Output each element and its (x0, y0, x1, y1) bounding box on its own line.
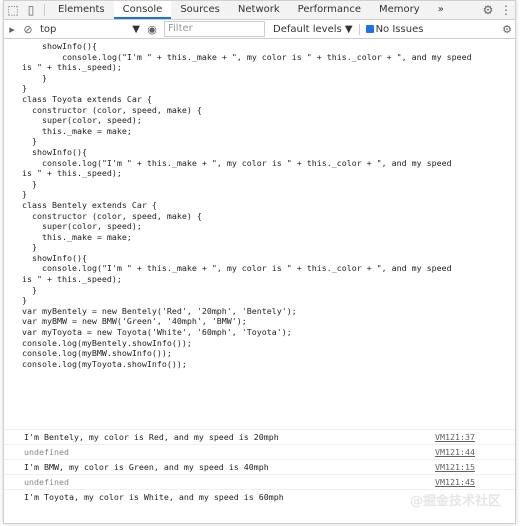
context-selector[interactable]: top ▼ (40, 21, 144, 37)
tab-elements[interactable]: Elements (49, 1, 114, 19)
code-line: } (22, 189, 27, 200)
code-line: } (32, 284, 37, 295)
code-line: console.log("I'm " + this._make + ", my … (42, 157, 452, 168)
code-line: var myBentely = new Bentely('Red', '20mp… (22, 305, 297, 316)
code-line: } (22, 83, 27, 94)
code-line: super(color, speed); (42, 221, 142, 232)
console-output-text: undefined (24, 477, 69, 487)
devtools-window: ⬚ ▯ Elements Console Sources Network Per… (3, 0, 516, 524)
code-line: constructor (color, speed, make) { (32, 104, 202, 115)
code-line: } (32, 242, 37, 253)
code-line: console.log("I'm " + this._make + ", my … (42, 263, 452, 274)
source-link[interactable]: VM121:45 (435, 477, 475, 487)
source-link[interactable]: VM121:15 (435, 462, 475, 472)
kebab-menu-icon[interactable]: ⋮ (497, 1, 515, 19)
code-line: super(color, speed); (42, 115, 142, 126)
code-line: console.log(myBMW.showInfo()); (22, 348, 172, 359)
tab-performance[interactable]: Performance (289, 1, 370, 19)
log-levels-dropdown[interactable]: Default levels ▼ (273, 24, 353, 35)
code-line: } (22, 295, 27, 306)
console-output-row: undefined VM121:45 (4, 474, 515, 489)
tab-separator (44, 4, 45, 16)
console-output-row: undefined VM121:44 (4, 444, 515, 459)
code-line: showInfo(){ (42, 41, 97, 51)
code-line: class Bentely extends Car { (22, 199, 157, 210)
code-line: showInfo(){ (32, 252, 87, 263)
code-line: console.log("I'm " + this._make + ", my … (62, 51, 472, 62)
code-line: constructor (color, speed, make) { (32, 210, 202, 221)
eye-icon[interactable]: ◉ (144, 20, 160, 38)
devtools-tabbar: ⬚ ▯ Elements Console Sources Network Per… (4, 1, 515, 20)
code-line: } (32, 178, 37, 189)
code-line: this._make = make; (42, 231, 132, 242)
log-levels-label: Default levels ▼ (273, 23, 353, 35)
code-line: is " + this._speed); (22, 62, 122, 73)
watermark: @掘金技术社区 (410, 490, 501, 509)
console-settings-gear-icon[interactable]: ⚙ (499, 20, 515, 38)
source-link[interactable]: VM121:44 (435, 447, 475, 457)
console-output-text: I'm BMW, my color is Green, and my speed… (24, 462, 269, 472)
code-line: console.log(myBentely.showInfo()); (22, 337, 192, 348)
tab-memory[interactable]: Memory (370, 1, 429, 19)
code-line: is " + this._speed); (22, 168, 122, 179)
filter-input[interactable]: Filter (164, 21, 265, 37)
watermark-text: @掘金技术社区 (409, 494, 501, 509)
console-toolbar: ▸ ⊘ top ▼ ◉ Filter Default levels ▼ No I… (4, 20, 515, 39)
clear-console-icon[interactable]: ⊘ (20, 20, 36, 38)
code-line: var myBMW = new BMW('Green', '40mph', 'B… (22, 316, 247, 327)
device-toolbar-icon[interactable]: ▯ (22, 1, 40, 19)
issues-button[interactable]: No Issues (358, 23, 424, 35)
source-link[interactable]: VM121:37 (435, 432, 475, 442)
code-line: class Toyota extends Car { (22, 93, 152, 104)
console-output-text: undefined (24, 447, 69, 457)
tab-console[interactable]: Console (113, 1, 172, 19)
console-output-row: I'm BMW, my color is Green, and my speed… (4, 459, 515, 474)
code-line: this._make = make; (42, 125, 132, 136)
sidebar-toggle-icon[interactable]: ▸ (4, 20, 20, 38)
chevron-down-icon: ▼ (132, 23, 140, 35)
console-output-text: I'm Toyota, my color is White, and my sp… (24, 492, 284, 502)
context-selector-label: top (40, 23, 57, 35)
settings-gear-icon[interactable]: ⚙ (479, 1, 497, 19)
more-tabs-button[interactable]: » (429, 1, 453, 19)
tabbar-right-controls: ⚙ ⋮ (479, 1, 515, 19)
code-line: showInfo(){ (32, 146, 87, 157)
issues-label: No Issues (375, 23, 424, 35)
inspect-element-icon[interactable]: ⬚ (4, 1, 22, 19)
code-line: is " + this._speed); (22, 274, 122, 285)
code-line: var myToyota = new Toyota('White', '60mp… (22, 327, 292, 338)
tab-sources[interactable]: Sources (171, 1, 229, 19)
code-line: } (42, 72, 47, 83)
console-code-echo: showInfo(){console.log("I'm " + this._ma… (22, 41, 472, 369)
issues-flag-icon (365, 25, 374, 33)
code-line: } (32, 136, 37, 147)
console-output-row: I'm Bentely, my color is Red, and my spe… (4, 429, 515, 444)
code-line: console.log(myToyota.showInfo()); (22, 358, 187, 369)
console-output-text: I'm Bentely, my color is Red, and my spe… (24, 432, 279, 442)
tab-network[interactable]: Network (229, 1, 289, 19)
